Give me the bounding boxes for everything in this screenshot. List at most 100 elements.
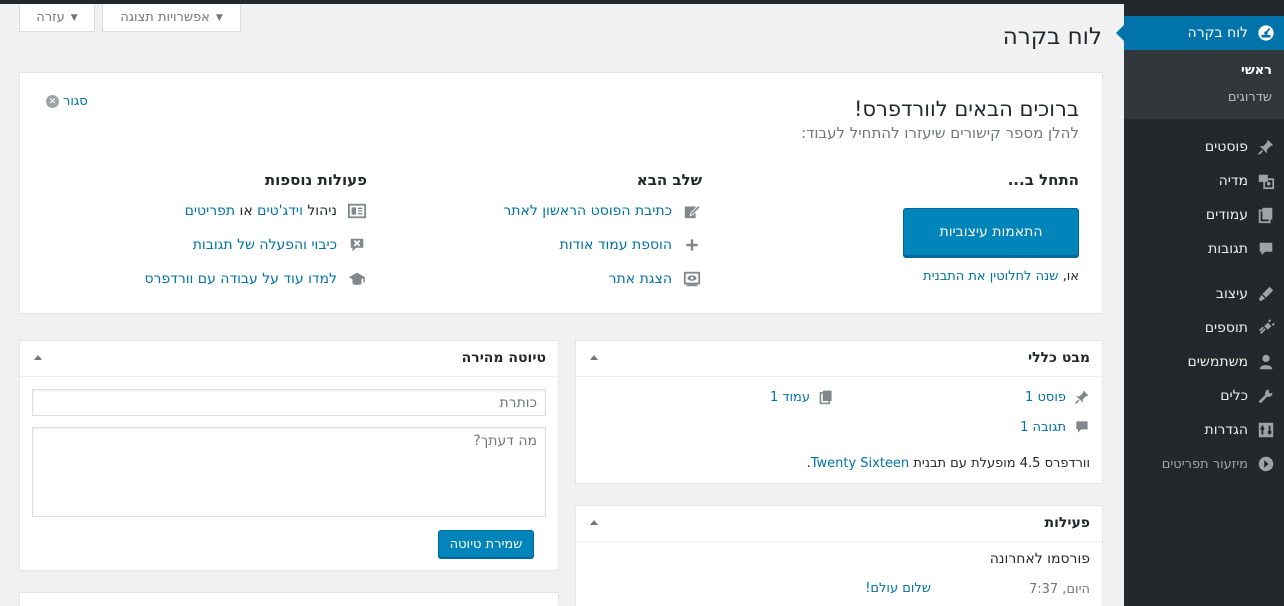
widget-title: פעילות (1044, 515, 1091, 531)
welcome-about: להלן מספר קישורים שיעזרו להתחיל לעבוד: (801, 124, 1079, 142)
help-label: עזרה (36, 10, 65, 25)
at-a-glance-widget: מבט כללי פוסט 1 עמוד 1 תגובה 1 וורדפרס 4… (575, 340, 1103, 484)
settings-icon (1256, 420, 1276, 440)
learn-more-label: למדו עוד על עבודה עם וורדפרס (144, 271, 337, 287)
widget-header: טיוטה מהירה (20, 341, 558, 377)
submenu-updates[interactable]: שדרוגים (1228, 90, 1272, 105)
sidebar-item-label: משתמשים (1187, 354, 1248, 370)
pages-icon (818, 389, 834, 405)
sidebar-item-label: עיצוב (1215, 286, 1248, 302)
write-first-post-link[interactable]: כתיבת הפוסט הראשון לאתר (503, 201, 702, 221)
comments-off-icon (347, 235, 367, 255)
admin-sidebar: לוח בקרה ראשי שדרוגים פוסטים מדיה עמודים… (1116, 0, 1284, 606)
wp-version-text: וורדפרס 4.5 מופעלת עם תבנית (913, 456, 1090, 471)
tools-icon (1256, 386, 1276, 406)
widgets-link[interactable]: וידג'טים (257, 203, 303, 219)
help-button[interactable]: ▼ עזרה (19, 4, 95, 32)
get-started-heading: התחל ב... (1007, 171, 1079, 189)
edit-page-icon (682, 201, 702, 221)
widget-title: מבט כללי (1027, 350, 1090, 366)
sidebar-item-label: כלים (1220, 388, 1248, 404)
pages-icon (1256, 205, 1276, 225)
dismiss-button[interactable]: סגור ✕ (46, 94, 88, 109)
or-prefix: או, (1062, 269, 1079, 284)
toggle-panel-icon[interactable] (590, 520, 598, 525)
sidebar-item-comments[interactable]: תגובות (1124, 232, 1284, 266)
learn-more-link[interactable]: למדו עוד על עבודה עם וורדפרס (144, 269, 367, 289)
screen-options-label: אפשרויות תצוגה (120, 10, 210, 25)
graduation-cap-icon (347, 269, 367, 289)
sidebar-item-tools[interactable]: כלים (1124, 379, 1284, 413)
screen-options-button[interactable]: ▼ אפשרויות תצוגה (102, 4, 241, 32)
view-site-label: הצגת אתר (608, 271, 672, 287)
widget-title: טיוטה מהירה (461, 350, 546, 366)
sidebar-item-posts[interactable]: פוסטים (1124, 130, 1284, 164)
pages-count: עמוד 1 (769, 389, 810, 405)
pages-count-link[interactable]: עמוד 1 (770, 389, 834, 405)
view-site-icon (682, 269, 702, 289)
add-about-page-label: הוספת עמוד אודות (559, 237, 672, 253)
draft-title-input[interactable]: כותרת (32, 389, 546, 416)
menus-link[interactable]: תפריטים (185, 203, 235, 219)
sidebar-item-label: תגובות (1208, 241, 1248, 257)
manage-widgets-menus-item: ניהול וידג'טים או תפריטים (185, 201, 367, 221)
toggle-panel-icon[interactable] (34, 355, 42, 360)
users-icon (1256, 352, 1276, 372)
sidebar-item-pages[interactable]: עמודים (1124, 198, 1284, 232)
collapse-label: מיזעור תפריטים (1161, 456, 1248, 472)
toggle-panel-icon[interactable] (590, 355, 598, 360)
toggle-comments-link[interactable]: כיבוי והפעלה של תגובות (193, 235, 367, 255)
pin-icon (1074, 389, 1090, 405)
next-steps-heading: שלב הבא (636, 171, 702, 189)
manage-prefix: ניהול (307, 203, 337, 219)
sidebar-item-settings[interactable]: הגדרות (1124, 413, 1284, 447)
or-word: או (239, 203, 253, 219)
quick-draft-widget: טיוטה מהירה כותרת מה דעתך? שמירת טיוטה (19, 340, 559, 571)
sidebar-item-label: לוח בקרה (1187, 25, 1248, 41)
collapse-menu-button[interactable]: מיזעור תפריטים (1124, 447, 1284, 481)
save-draft-button[interactable]: שמירת טיוטה (438, 530, 534, 558)
activity-widget: פעילות פורסמו לאחרונה היום, 7:37 שלום עו… (575, 505, 1103, 606)
comments-icon (1256, 239, 1276, 259)
media-icon (1256, 171, 1276, 191)
dashboard-submenu: ראשי שדרוגים (1124, 50, 1284, 119)
sidebar-item-users[interactable]: משתמשים (1124, 345, 1284, 379)
sidebar-item-label: הגדרות (1204, 422, 1248, 438)
sidebar-item-media[interactable]: מדיה (1124, 164, 1284, 198)
collapse-icon (1256, 454, 1276, 474)
sidebar-item-label: מדיה (1218, 173, 1248, 189)
posts-count-link[interactable]: פוסט 1 (1025, 389, 1090, 405)
sidebar-item-label: פוסטים (1204, 139, 1248, 155)
add-about-page-link[interactable]: הוספת עמוד אודות (560, 235, 702, 255)
sidebar-item-plugins[interactable]: תוספים (1124, 311, 1284, 345)
close-icon: ✕ (46, 95, 59, 108)
dismiss-label: סגור (63, 94, 88, 109)
comments-count: תגובה 1 (1020, 419, 1066, 435)
welcome-title: ברוכים הבאים לוורדפרס! (853, 97, 1079, 121)
comments-count-link[interactable]: תגובה 1 (1020, 419, 1090, 435)
wp-version-line: וורדפרס 4.5 מופעלת עם תבנית Twenty Sixte… (807, 456, 1090, 471)
theme-link[interactable]: Twenty Sixteen (811, 456, 909, 471)
widget-header: מבט כללי (576, 341, 1102, 377)
manage-widgets-menus-text: ניהול וידג'טים או תפריטים (185, 203, 337, 219)
activity-item-link[interactable]: שלום עולם! (865, 581, 931, 596)
welcome-panel: סגור ✕ ברוכים הבאים לוורדפרס! להלן מספר … (19, 72, 1103, 314)
draft-content-textarea[interactable]: מה דעתך? (32, 427, 546, 517)
welcome-widgets-menus-icon (347, 201, 367, 221)
change-theme-link[interactable]: שנה לחלוטין את התבנית (923, 269, 1058, 284)
sidebar-item-appearance[interactable]: עיצוב (1124, 277, 1284, 311)
write-first-post-label: כתיבת הפוסט הראשון לאתר (503, 203, 672, 219)
more-actions-heading: פעולות נוספות (264, 171, 367, 189)
change-theme-line: או, שנה לחלוטין את התבנית (923, 269, 1079, 284)
sidebar-item-dashboard[interactable]: לוח בקרה (1116, 16, 1284, 50)
recently-published-heading: פורסמו לאחרונה (989, 551, 1090, 567)
appearance-icon (1256, 284, 1276, 304)
chevron-down-icon: ▼ (70, 12, 78, 23)
dashboard-icon (1256, 23, 1276, 43)
customize-site-button[interactable]: התאמות עיצוביות (903, 208, 1079, 256)
page-title: לוח בקרה (1002, 24, 1102, 50)
view-site-link[interactable]: הצגת אתר (609, 269, 702, 289)
posts-count: פוסט 1 (1025, 389, 1066, 405)
submenu-home[interactable]: ראשי (1241, 63, 1272, 78)
wordpress-news-widget (19, 592, 559, 606)
